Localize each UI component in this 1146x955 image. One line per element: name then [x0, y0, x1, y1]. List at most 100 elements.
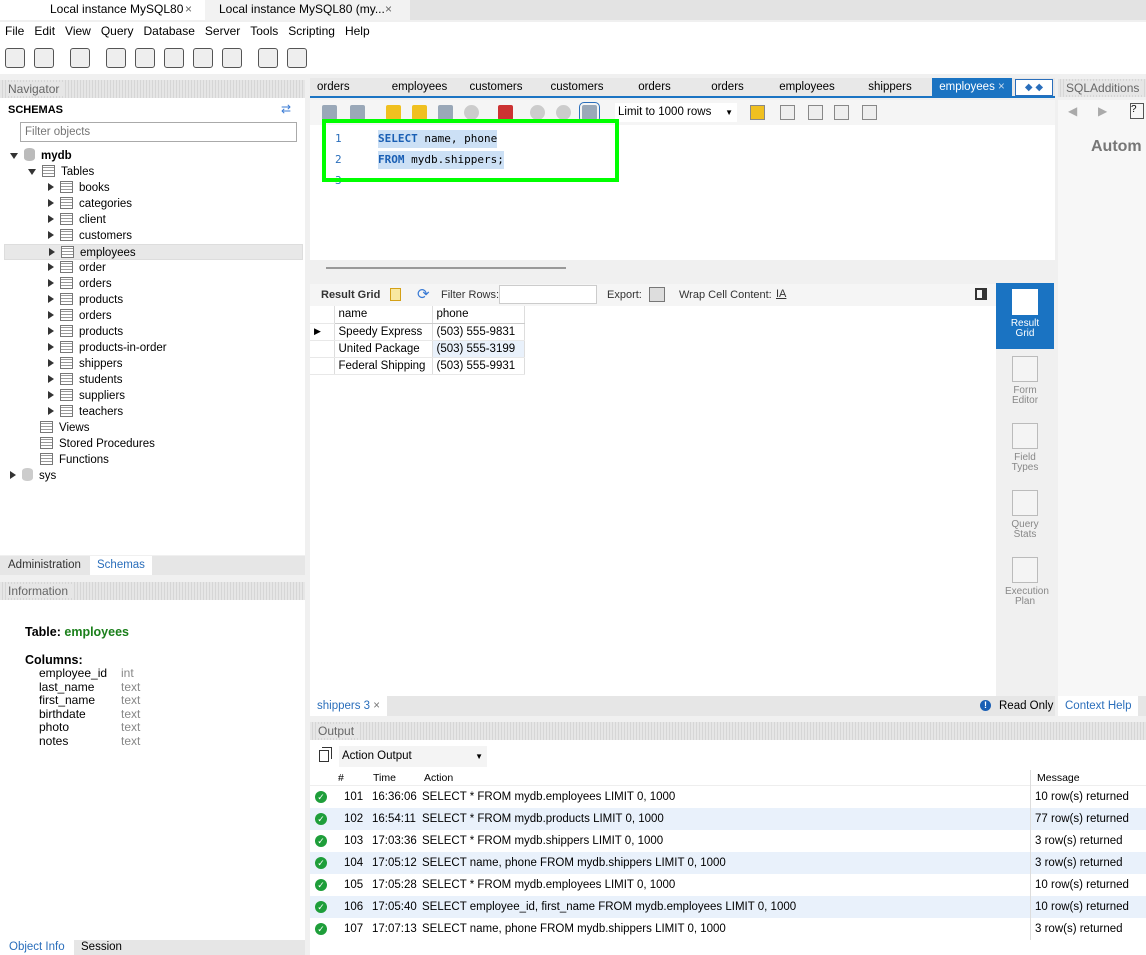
menu-server[interactable]: Server: [200, 22, 245, 38]
column-header[interactable]: phone: [432, 306, 525, 324]
expand-icon[interactable]: [48, 407, 54, 415]
folder-views[interactable]: Views: [40, 420, 89, 436]
new-sql-tab-icon[interactable]: [5, 48, 25, 68]
expand-icon[interactable]: [10, 471, 16, 479]
output-type-select[interactable]: Action Output ▼: [339, 746, 487, 767]
search-table-data-icon[interactable]: [258, 48, 278, 68]
output-row[interactable]: ✓ 104 17:05:12 SELECT name, phone FROM mydb…: [310, 852, 1146, 874]
close-icon[interactable]: ×: [385, 0, 392, 18]
expand-icon[interactable]: [48, 279, 54, 287]
expand-icon[interactable]: [48, 359, 54, 367]
execute-current-icon[interactable]: [412, 105, 427, 120]
create-view-icon[interactable]: [164, 48, 184, 68]
invisible-chars-icon[interactable]: [834, 105, 849, 120]
find-icon[interactable]: [808, 105, 823, 120]
output-row[interactable]: ✓ 101 16:36:06 SELECT * FROM mydb.employees…: [310, 786, 1146, 808]
limit-rows-select[interactable]: Limit to 1000 rows ▼: [615, 103, 737, 122]
table-row[interactable]: Federal Shipping (503) 555-9931: [310, 357, 525, 375]
table-products-in-order[interactable]: products-in-order: [4, 340, 303, 356]
expand-icon[interactable]: [48, 295, 54, 303]
create-function-icon[interactable]: [222, 48, 242, 68]
refresh-icon[interactable]: ⟳: [417, 285, 430, 303]
menu-scripting[interactable]: Scripting: [283, 22, 340, 38]
stop-icon[interactable]: [464, 105, 479, 120]
close-icon[interactable]: ×: [373, 700, 380, 712]
grid-cell[interactable]: Speedy Express: [334, 323, 433, 341]
add-snippet-icon[interactable]: [750, 105, 765, 120]
table-orders[interactable]: orders: [4, 308, 303, 324]
tables-folder[interactable]: Tables: [28, 164, 94, 180]
table-order[interactable]: order: [4, 260, 303, 276]
word-wrap-icon[interactable]: [862, 105, 877, 120]
schema-sys[interactable]: sys: [10, 468, 56, 484]
menu-edit[interactable]: Edit: [29, 22, 60, 38]
table-students[interactable]: students: [4, 372, 303, 388]
side-form-editor-button[interactable]: Form Editor: [996, 350, 1054, 416]
create-table-icon[interactable]: [135, 48, 155, 68]
menu-help[interactable]: Help: [340, 22, 375, 38]
copy-icon[interactable]: [319, 750, 329, 762]
expand-icon[interactable]: [10, 153, 18, 159]
table-products[interactable]: products: [4, 292, 303, 308]
editor-tab[interactable]: orders: [618, 78, 691, 96]
wrap-cell-icon[interactable]: IA: [776, 288, 786, 300]
column-header[interactable]: name: [334, 306, 433, 324]
editor-tab[interactable]: shippers: [850, 78, 930, 96]
expand-icon[interactable]: [48, 375, 54, 383]
folder-functions[interactable]: Functions: [40, 452, 109, 468]
schema-inspector-icon[interactable]: [70, 48, 90, 68]
scrollbar-thumb[interactable]: [326, 267, 566, 269]
row-marker[interactable]: ▶: [310, 323, 335, 341]
window-tab[interactable]: Local instance MySQL80 (my... ×: [205, 0, 410, 20]
execute-icon[interactable]: [386, 105, 401, 120]
grid-cell[interactable]: Federal Shipping: [334, 357, 433, 375]
expand-icon[interactable]: [48, 311, 54, 319]
side-field-types-button[interactable]: Field Types: [996, 417, 1054, 483]
table-teachers[interactable]: teachers: [4, 404, 303, 420]
expand-icon[interactable]: [48, 199, 54, 207]
create-procedure-icon[interactable]: [193, 48, 213, 68]
output-row[interactable]: ✓ 103 17:03:36 SELECT * FROM mydb.shippers …: [310, 830, 1146, 852]
tab-context-help[interactable]: Context Help: [1058, 696, 1139, 716]
expand-icon[interactable]: [48, 215, 54, 223]
close-icon[interactable]: ×: [998, 81, 1005, 93]
output-row[interactable]: ✓ 105 17:05:28 SELECT * FROM mydb.employees…: [310, 874, 1146, 896]
output-row[interactable]: ✓ 102 16:54:11 SELECT * FROM mydb.products …: [310, 808, 1146, 830]
row-marker[interactable]: [310, 340, 335, 358]
filter-objects-input[interactable]: [20, 122, 297, 142]
editor-tab[interactable]: employees: [764, 78, 850, 96]
sql-editor[interactable]: 1 SELECT name, phone 2 FROM mydb.shippers; 3: [310, 119, 1055, 260]
grid-cell[interactable]: United Package: [334, 340, 433, 358]
beautify-icon[interactable]: [780, 105, 795, 120]
table-customers[interactable]: customers: [4, 228, 303, 244]
table-row[interactable]: ▶ Speedy Express (503) 555-9831: [310, 323, 525, 341]
close-icon[interactable]: ×: [185, 0, 192, 18]
window-tab[interactable]: Local instance MySQL80 ×: [0, 0, 205, 20]
editor-tab[interactable]: orders: [691, 78, 764, 96]
folder-stored-procedures[interactable]: Stored Procedures: [40, 436, 155, 452]
forward-icon[interactable]: ▶: [1098, 104, 1107, 118]
grid-cell[interactable]: (503) 555-9931: [432, 357, 525, 375]
side-query-stats-button[interactable]: Query Stats: [996, 484, 1054, 550]
expand-icon[interactable]: [48, 343, 54, 351]
menu-tools[interactable]: Tools: [245, 22, 283, 38]
output-row[interactable]: ✓ 106 17:05:40 SELECT employee_id, first_na…: [310, 896, 1146, 918]
editor-tab[interactable]: customers: [536, 78, 618, 96]
tab-schemas[interactable]: Schemas: [90, 556, 152, 575]
editor-tab[interactable]: orders: [310, 78, 383, 96]
menu-query[interactable]: Query: [96, 22, 139, 38]
save-icon[interactable]: [350, 105, 365, 120]
expand-icon[interactable]: [48, 327, 54, 335]
menu-view[interactable]: View: [60, 22, 96, 38]
grid-cell[interactable]: (503) 555-3199: [432, 340, 525, 358]
tab-object-info[interactable]: Object Info: [0, 940, 74, 955]
tab-scroll-arrows[interactable]: ◆ ◆: [1015, 79, 1053, 96]
result-tab[interactable]: shippers 3 ×: [310, 696, 387, 716]
table-categories[interactable]: categories: [4, 196, 303, 212]
export-icon[interactable]: [649, 287, 665, 302]
table-shippers[interactable]: shippers: [4, 356, 303, 372]
output-row[interactable]: ✓ 107 17:07:13 SELECT name, phone FROM mydb…: [310, 918, 1146, 940]
tab-session[interactable]: Session: [75, 940, 128, 955]
expand-icon[interactable]: [28, 169, 36, 175]
expand-icon[interactable]: [49, 248, 55, 256]
